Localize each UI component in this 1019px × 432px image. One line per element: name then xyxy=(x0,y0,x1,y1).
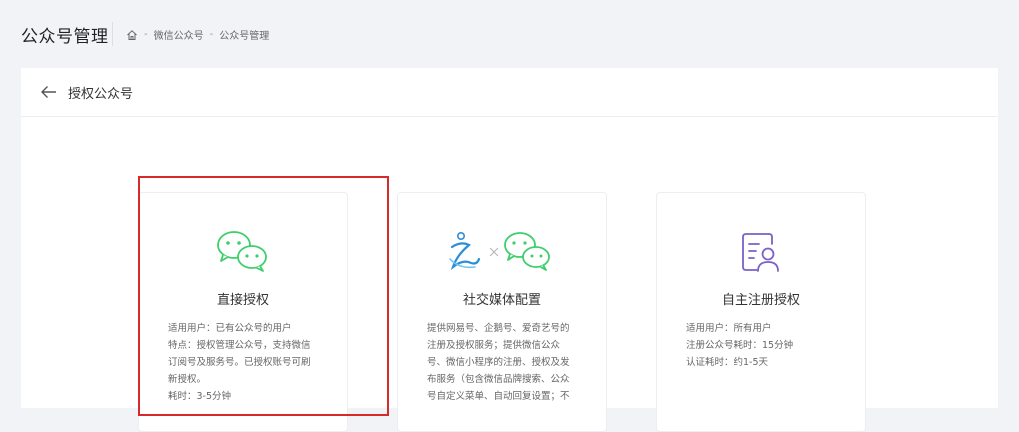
card-social-media[interactable]: 社交媒体配置 提供网易号、企鹅号、爱奇艺号的 注册及授权服务；提供微信公众 号、… xyxy=(397,192,607,432)
card-title: 自主注册授权 xyxy=(721,293,800,308)
card-description: 适用用户：所有用户 注册公众号耗时：15分钟 认证耗时：约1-5天 xyxy=(686,323,794,368)
breadcrumb-item-wechat[interactable]: 微信公众号 xyxy=(154,27,204,42)
register-profile-icon xyxy=(742,233,779,272)
card-description: 提供网易号、企鹅号、爱奇艺号的 注册及授权服务；提供微信公众 号、微信小程序的注… xyxy=(427,323,570,402)
panel-header: 授权公众号 xyxy=(21,68,998,117)
breadcrumb-item-current: 公众号管理 xyxy=(219,31,270,42)
page-title: 公众号管理 xyxy=(21,27,109,47)
page-header: 公众号管理 - 微信公众号 - 公众号管理 xyxy=(0,0,1019,68)
breadcrumb-separator: - xyxy=(144,29,148,40)
panel-title: 授权公众号 xyxy=(68,87,134,102)
selection-highlight xyxy=(138,176,389,416)
back-arrow-icon[interactable] xyxy=(39,82,59,102)
home-icon[interactable] xyxy=(126,29,138,41)
breadcrumb-separator: - xyxy=(209,29,214,40)
breadcrumb: - 微信公众号 - 公众号管理 xyxy=(126,27,269,42)
header-divider xyxy=(112,22,113,46)
card-title: 社交媒体配置 xyxy=(462,293,541,308)
social-media-icon xyxy=(449,231,550,271)
card-self-register[interactable]: 自主注册授权 适用用户：所有用户 注册公众号耗时：15分钟 认证耗时：约1-5天 xyxy=(656,192,866,432)
